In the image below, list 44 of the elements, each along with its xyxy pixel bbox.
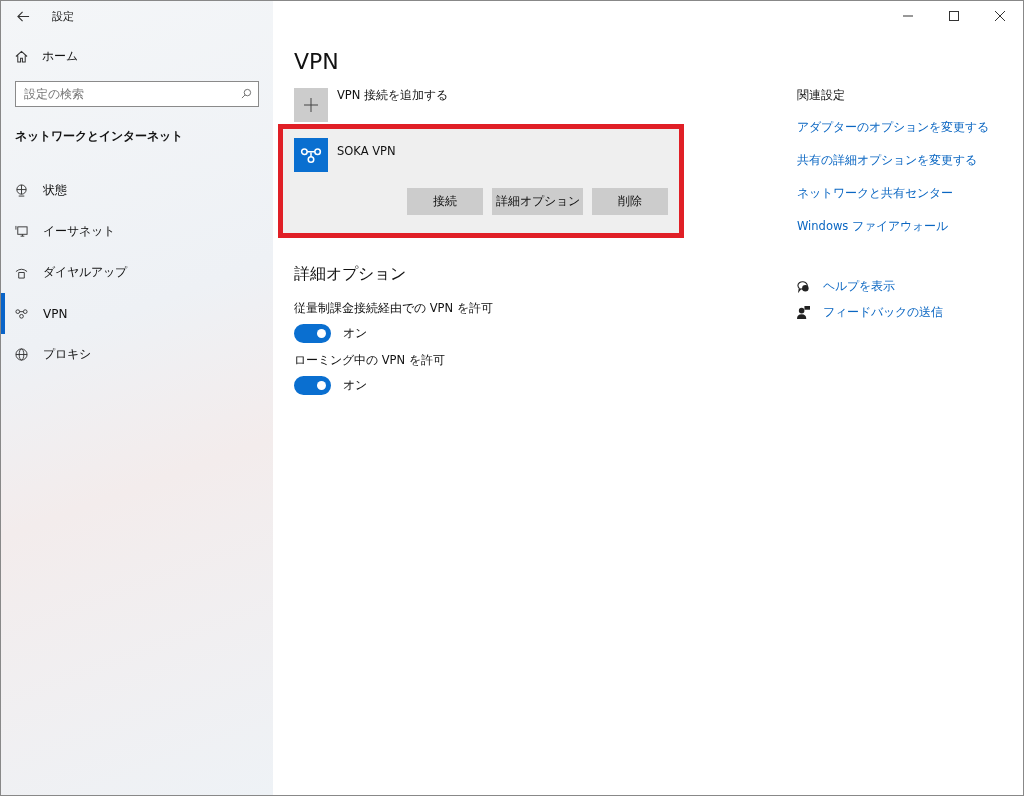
globe-icon	[15, 348, 28, 361]
section-heading: 詳細オプション	[294, 264, 407, 285]
related-link[interactable]: Windows ファイアウォール	[797, 210, 948, 243]
nav-item[interactable]: VPN	[1, 293, 259, 334]
toggle-state: オン	[343, 326, 367, 341]
nav-item[interactable]: プロキシ	[1, 334, 259, 375]
add-vpn-label[interactable]: VPN 接続を追加する	[337, 88, 449, 122]
page-title: VPN	[294, 49, 340, 74]
close-icon[interactable]	[995, 11, 1005, 21]
related-settings-heading: 関連設定	[797, 88, 845, 103]
monitor-icon	[15, 225, 28, 238]
phone-icon	[15, 266, 28, 279]
globe-monitor-icon	[15, 184, 28, 197]
toggle-switch[interactable]	[294, 376, 331, 395]
related-link[interactable]: ネットワークと共有センター	[797, 177, 953, 210]
vpn-connection-card[interactable]: SOKA VPN 接続 詳細オプション 削除	[283, 129, 679, 233]
chat-bubble-icon	[797, 279, 810, 293]
option-label: 従量制課金接続経由での VPN を許可	[294, 301, 494, 316]
nav-item[interactable]: ダイヤルアップ	[1, 252, 259, 293]
toggle-switch[interactable]	[294, 324, 331, 343]
vpn-action-button[interactable]: 接続	[407, 188, 483, 215]
nav-item[interactable]: 状態	[1, 170, 259, 211]
window-title: 設定	[52, 8, 74, 24]
home-nav-item[interactable]: ホーム	[15, 48, 259, 65]
home-icon	[15, 50, 28, 63]
vpn-action-button[interactable]: 詳細オプション	[492, 188, 583, 215]
vpn-icon	[15, 307, 28, 320]
maximize-icon[interactable]	[949, 11, 959, 21]
related-link[interactable]: アダプターのオプションを変更する	[797, 111, 989, 144]
nav-item[interactable]: イーサネット	[1, 211, 259, 252]
person-icon	[797, 305, 810, 319]
vpn-action-button[interactable]: 削除	[592, 188, 668, 215]
vpn-icon	[294, 138, 328, 172]
vpn-name: SOKA VPN	[337, 144, 396, 160]
search-icon	[241, 88, 252, 99]
related-link[interactable]: 共有の詳細オプションを変更する	[797, 144, 977, 177]
option-label: ローミング中の VPN を許可	[294, 353, 446, 368]
section-heading: ネットワークとインターネット	[15, 129, 184, 144]
back-arrow-icon[interactable]	[17, 9, 30, 23]
help-link[interactable]: ヘルプを表示	[823, 278, 895, 294]
search-field[interactable]: 設定の検索	[15, 81, 259, 107]
plus-icon	[304, 98, 318, 112]
toggle-state: オン	[343, 378, 367, 393]
help-link[interactable]: フィードバックの送信	[823, 304, 943, 320]
